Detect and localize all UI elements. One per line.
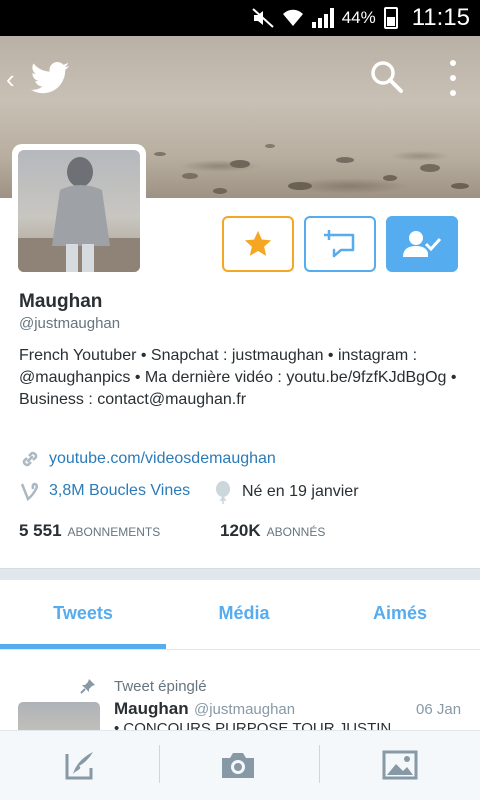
search-icon[interactable] (370, 60, 404, 94)
profile-tabs: Tweets Média Aimés (0, 580, 480, 650)
section-divider (0, 568, 480, 580)
following-check-icon (403, 231, 442, 257)
wifi-icon (282, 9, 303, 26)
camera-icon (222, 753, 254, 778)
image-gallery-icon (382, 750, 418, 780)
notifications-button[interactable] (222, 216, 294, 272)
bottom-toolbar (0, 730, 480, 800)
pinned-tweet-label: Tweet épinglé (114, 678, 207, 695)
direct-message-button[interactable] (304, 216, 376, 272)
balloon-icon (216, 481, 230, 504)
vine-loops-link[interactable]: 3,8M Boucles Vines (49, 482, 190, 500)
battery-percent: 44% (341, 8, 376, 27)
followers-label: ABONNÉS (266, 525, 326, 539)
status-bar: 44% 11:15 (0, 0, 480, 36)
battery-icon (383, 7, 398, 29)
active-tab-indicator (0, 644, 166, 649)
following-label: ABONNEMENTS (67, 525, 161, 539)
profile-name: Maughan (19, 291, 103, 312)
followers-number: 120K (220, 521, 261, 540)
website-link[interactable]: youtube.com/videosdemaughan (49, 450, 276, 468)
avatar[interactable] (12, 144, 146, 278)
gallery-button[interactable] (380, 745, 420, 785)
vine-icon (20, 482, 39, 502)
profile-website[interactable]: youtube.com/videosdemaughan (19, 448, 276, 470)
compose-tweet-icon (65, 752, 93, 780)
tab-likes[interactable]: Aimés (320, 580, 480, 648)
profile-handle: @justmaughan (19, 315, 121, 332)
tweet-date: 06 Jan (416, 701, 462, 718)
following-button[interactable] (386, 216, 458, 272)
link-icon (22, 451, 38, 467)
star-icon (244, 230, 272, 256)
signal-icon (311, 8, 334, 28)
direct-message-icon (324, 230, 355, 258)
more-vertical-icon[interactable] (446, 60, 460, 96)
profile-bio: French Youtuber • Snapchat : justmaughan… (19, 347, 457, 408)
following-number: 5 551 (19, 521, 62, 540)
following-count[interactable]: 5 551 ABONNEMENTS (19, 521, 160, 541)
twitter-bird-icon[interactable] (30, 62, 70, 94)
tweet-author-name[interactable]: Maughan (114, 699, 189, 719)
followers-count[interactable]: 120K ABONNÉS (220, 521, 325, 541)
back-icon[interactable]: ‹ (6, 64, 15, 95)
muted-icon (252, 8, 274, 28)
profile-vine[interactable]: 3,8M Boucles Vines (19, 480, 190, 502)
pin-icon (80, 679, 95, 694)
compose-tweet-button[interactable] (60, 745, 100, 785)
clock: 11:15 (411, 4, 470, 31)
camera-button[interactable] (218, 745, 258, 785)
toolbar-separator (319, 745, 320, 783)
top-nav: ‹ (0, 36, 480, 116)
tweet-author-handle: @justmaughan (194, 701, 296, 718)
birthday-text: Né en 19 janvier (242, 483, 359, 500)
toolbar-separator (159, 745, 160, 783)
tab-media[interactable]: Média (164, 580, 324, 648)
avatar-photo (18, 150, 140, 272)
tab-tweets[interactable]: Tweets (3, 580, 163, 648)
profile-birthday: Né en 19 janvier (212, 480, 359, 504)
